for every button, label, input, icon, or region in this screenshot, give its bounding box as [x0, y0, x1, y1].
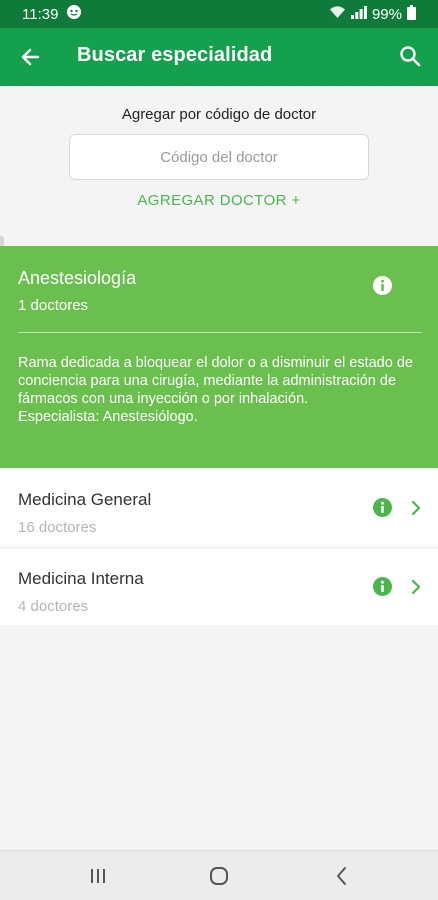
- recent-apps-icon[interactable]: [86, 865, 110, 887]
- specialty-name: Medicina Interna: [18, 569, 144, 588]
- specialty-description-block: Rama dedicada a bloquear el dolor o a di…: [18, 354, 418, 426]
- specialty-item-anestesiologia[interactable]: Anestesiología 1 doctores Rama dedicada …: [0, 246, 438, 468]
- arrow-left-icon[interactable]: [18, 44, 44, 70]
- add-doctor-section: Agregar por código de doctor AGREGAR DOC…: [0, 86, 438, 246]
- specialty-item-medicina-general[interactable]: Medicina General 16 doctores: [0, 470, 438, 546]
- specialty-name: Medicina General: [18, 490, 152, 509]
- battery-icon: [407, 4, 416, 24]
- notification-icon: [66, 4, 82, 24]
- battery-percent: 99%: [371, 5, 402, 23]
- add-doctor-button[interactable]: AGREGAR DOCTOR +: [0, 192, 438, 209]
- wifi-icon: [329, 5, 346, 23]
- status-time: 11:39: [22, 5, 59, 23]
- home-icon[interactable]: [207, 865, 231, 887]
- add-doctor-label: Agregar por código de doctor: [121, 106, 317, 123]
- search-icon[interactable]: [398, 44, 422, 68]
- info-icon[interactable]: [373, 577, 392, 596]
- specialty-doctor-count: 4 doctores: [18, 598, 89, 615]
- status-left: 11:39: [22, 4, 82, 24]
- chevron-right-icon[interactable]: [409, 579, 423, 595]
- system-nav-bar: [0, 850, 438, 900]
- signal-icon: [350, 5, 367, 23]
- info-icon[interactable]: [373, 276, 392, 295]
- specialty-specialist: Especialista: Anestesiólogo.: [18, 409, 198, 425]
- divider: [18, 332, 422, 333]
- app-bar: Buscar especialidad: [0, 28, 438, 86]
- back-nav-icon[interactable]: [330, 865, 354, 887]
- specialty-item-medicina-interna[interactable]: Medicina Interna 4 doctores: [0, 549, 438, 625]
- status-bar: 11:39 99%: [0, 0, 438, 28]
- info-icon[interactable]: [373, 498, 392, 517]
- chevron-right-icon[interactable]: [409, 500, 423, 516]
- specialty-name: Anestesiología: [18, 268, 137, 288]
- specialty-description: Rama dedicada a bloquear el dolor o a di…: [18, 355, 413, 407]
- status-right: 99%: [329, 4, 416, 24]
- page-title: Buscar especialidad: [77, 44, 273, 66]
- specialty-doctor-count: 1 doctores: [18, 297, 89, 314]
- specialty-doctor-count: 16 doctores: [18, 519, 97, 536]
- doctor-code-input[interactable]: [69, 134, 369, 180]
